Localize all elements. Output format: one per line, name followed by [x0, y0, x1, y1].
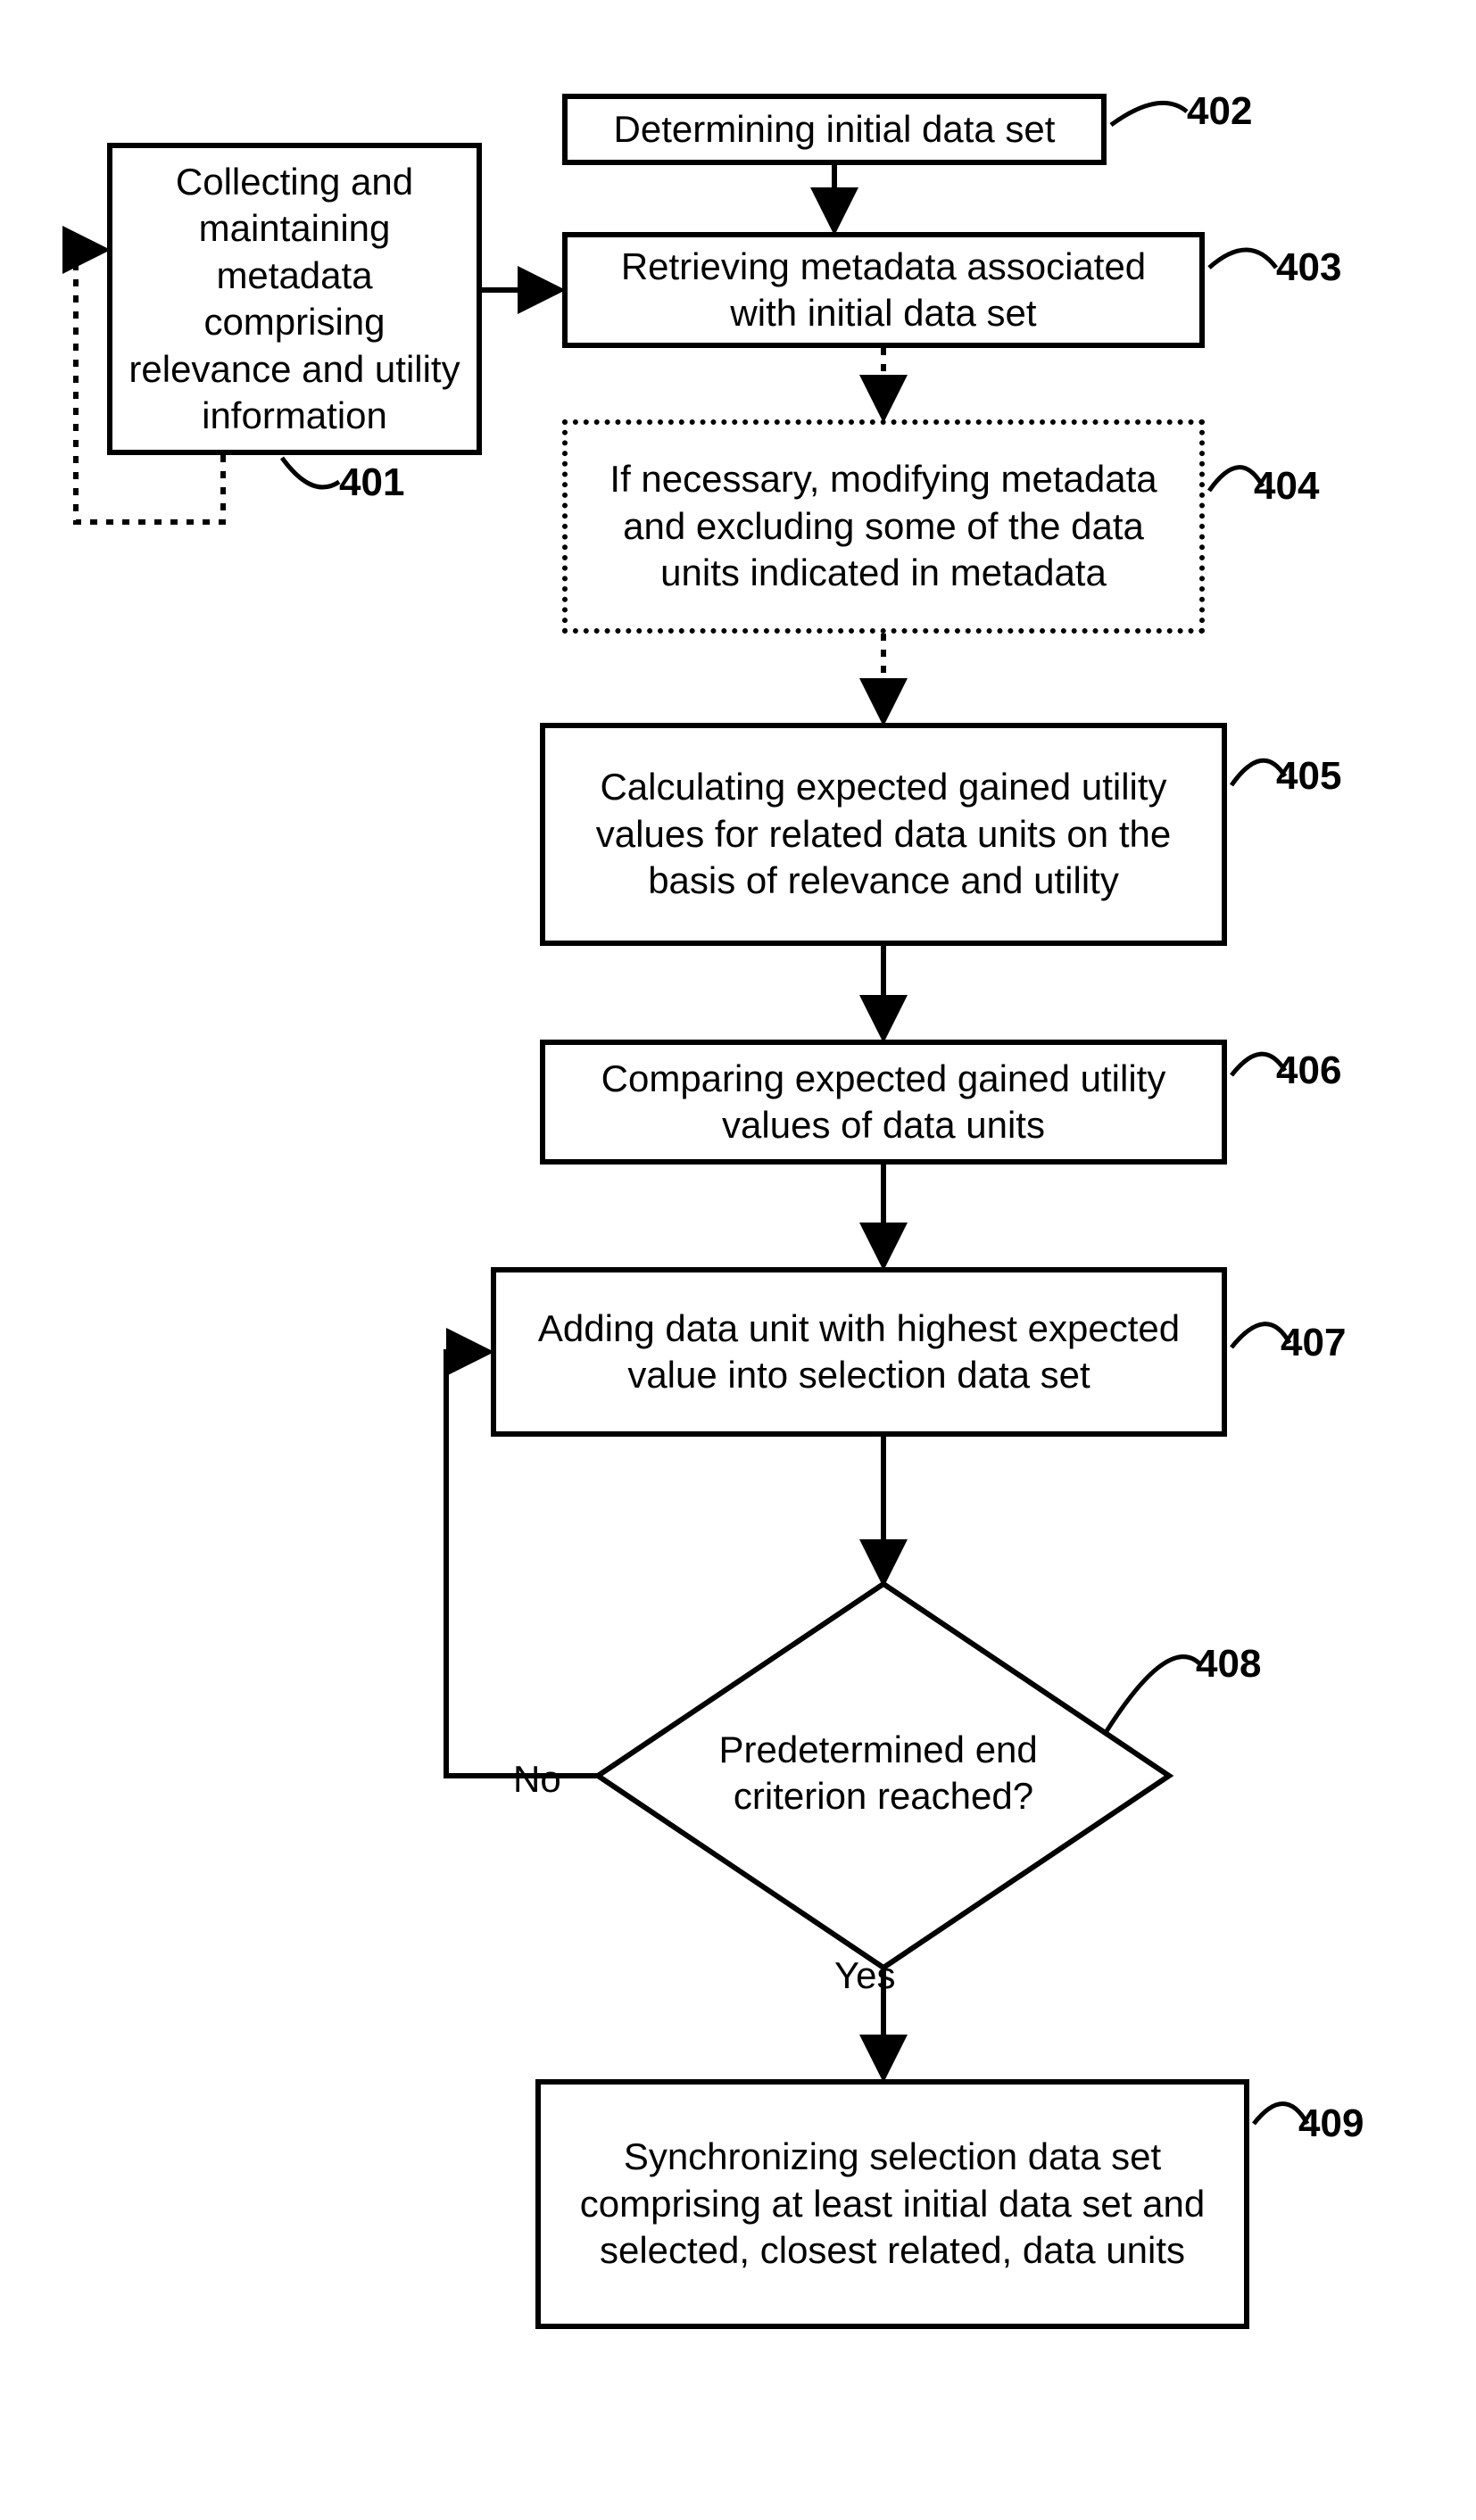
node-404-text: If necessary, modifying metadata and exc… [584, 456, 1183, 597]
label-yes: Yes [834, 1954, 896, 1997]
ref-404: 404 [1254, 464, 1319, 509]
ref-406: 406 [1276, 1049, 1341, 1093]
node-401: Collecting and maintaining metadata comp… [107, 143, 482, 455]
node-401-text: Collecting and maintaining metadata comp… [129, 159, 460, 440]
node-404: If necessary, modifying metadata and exc… [562, 419, 1205, 634]
node-402-text: Determining initial data set [614, 106, 1056, 153]
node-402: Determining initial data set [562, 94, 1107, 165]
label-no: No [513, 1758, 561, 1801]
node-409-text: Synchronizing selection data set compris… [557, 2134, 1228, 2275]
ref-408: 408 [1196, 1642, 1261, 1687]
ref-401: 401 [339, 460, 404, 505]
node-403-text: Retrieving metadata associated with init… [584, 244, 1183, 337]
node-407-text: Adding data unit with highest expected v… [512, 1306, 1206, 1399]
ref-403: 403 [1276, 245, 1341, 290]
ref-409: 409 [1298, 2101, 1364, 2146]
node-406: Comparing expected gained utility values… [540, 1040, 1227, 1165]
node-407: Adding data unit with highest expected v… [491, 1267, 1227, 1437]
node-409: Synchronizing selection data set compris… [535, 2079, 1249, 2329]
ref-407: 407 [1281, 1321, 1346, 1365]
ref-405: 405 [1276, 754, 1341, 799]
ref-402: 402 [1187, 89, 1252, 134]
node-405-text: Calculating expected gained utility valu… [561, 764, 1206, 905]
node-405: Calculating expected gained utility valu… [540, 723, 1227, 946]
node-403: Retrieving metadata associated with init… [562, 232, 1205, 348]
node-406-text: Comparing expected gained utility values… [561, 1056, 1206, 1149]
svg-text:Predetermined end criterio: Predetermined end criterion reached? [719, 1728, 1049, 1817]
